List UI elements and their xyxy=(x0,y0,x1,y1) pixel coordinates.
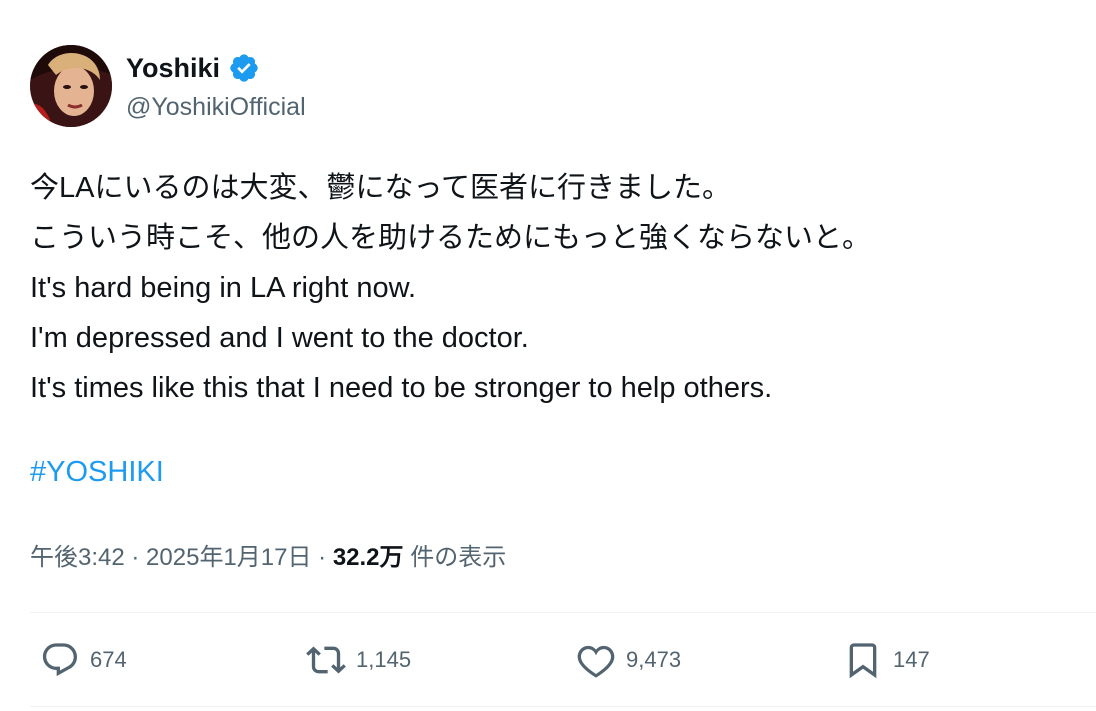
avatar[interactable] xyxy=(30,45,112,127)
tweet-date[interactable]: 2025年1月17日 xyxy=(146,544,311,571)
author-name-row[interactable]: Yoshiki xyxy=(126,52,260,84)
views-count[interactable]: 32.2万 xyxy=(333,544,404,571)
hashtag-link[interactable]: #YOSHIKI xyxy=(30,456,164,489)
divider xyxy=(30,706,1096,707)
tweet-line: 今LAにいるのは大変、鬱になって医者に行きました。 xyxy=(30,172,732,204)
meta-separator: · xyxy=(124,544,147,571)
verified-badge-icon xyxy=(230,54,258,82)
views-label: 件の表示 xyxy=(403,544,507,571)
author-display-name[interactable]: Yoshiki xyxy=(126,53,220,84)
bookmark-button[interactable]: 147 xyxy=(843,640,930,680)
tweet-meta: 午後3:42 · 2025年1月17日 · 32.2万 件の表示 xyxy=(30,537,506,572)
reply-count: 674 xyxy=(90,647,127,672)
tweet-text: 今LAにいるのは大変、鬱になって医者に行きました。 こういう時こそ、他の人を助け… xyxy=(30,163,871,413)
like-count: 9,473 xyxy=(626,647,682,672)
reply-button[interactable]: 674 xyxy=(40,640,127,680)
meta-separator: · xyxy=(311,544,333,571)
retweet-button[interactable]: 1,145 xyxy=(306,640,411,680)
heart-icon xyxy=(577,645,615,678)
tweet-line: I'm depressed and I went to the doctor. xyxy=(30,322,529,354)
tweet-line: こういう時こそ、他の人を助けるためにもっと強くならないと。 xyxy=(30,222,872,254)
bookmark-count: 147 xyxy=(893,647,930,672)
bookmark-icon xyxy=(849,643,877,679)
reply-icon xyxy=(42,643,78,677)
tweet-line: It's times like this that I need to be s… xyxy=(30,372,773,404)
retweet-count: 1,145 xyxy=(356,647,412,672)
tweet-time[interactable]: 午後3:42 xyxy=(30,544,125,571)
divider xyxy=(30,612,1096,613)
profile-photo-icon xyxy=(30,45,112,127)
retweet-icon xyxy=(306,646,346,674)
tweet-line: It's hard being in LA right now. xyxy=(30,272,417,304)
author-handle[interactable]: @YoshikiOfficial xyxy=(126,93,306,122)
like-button[interactable]: 9,473 xyxy=(576,640,681,680)
